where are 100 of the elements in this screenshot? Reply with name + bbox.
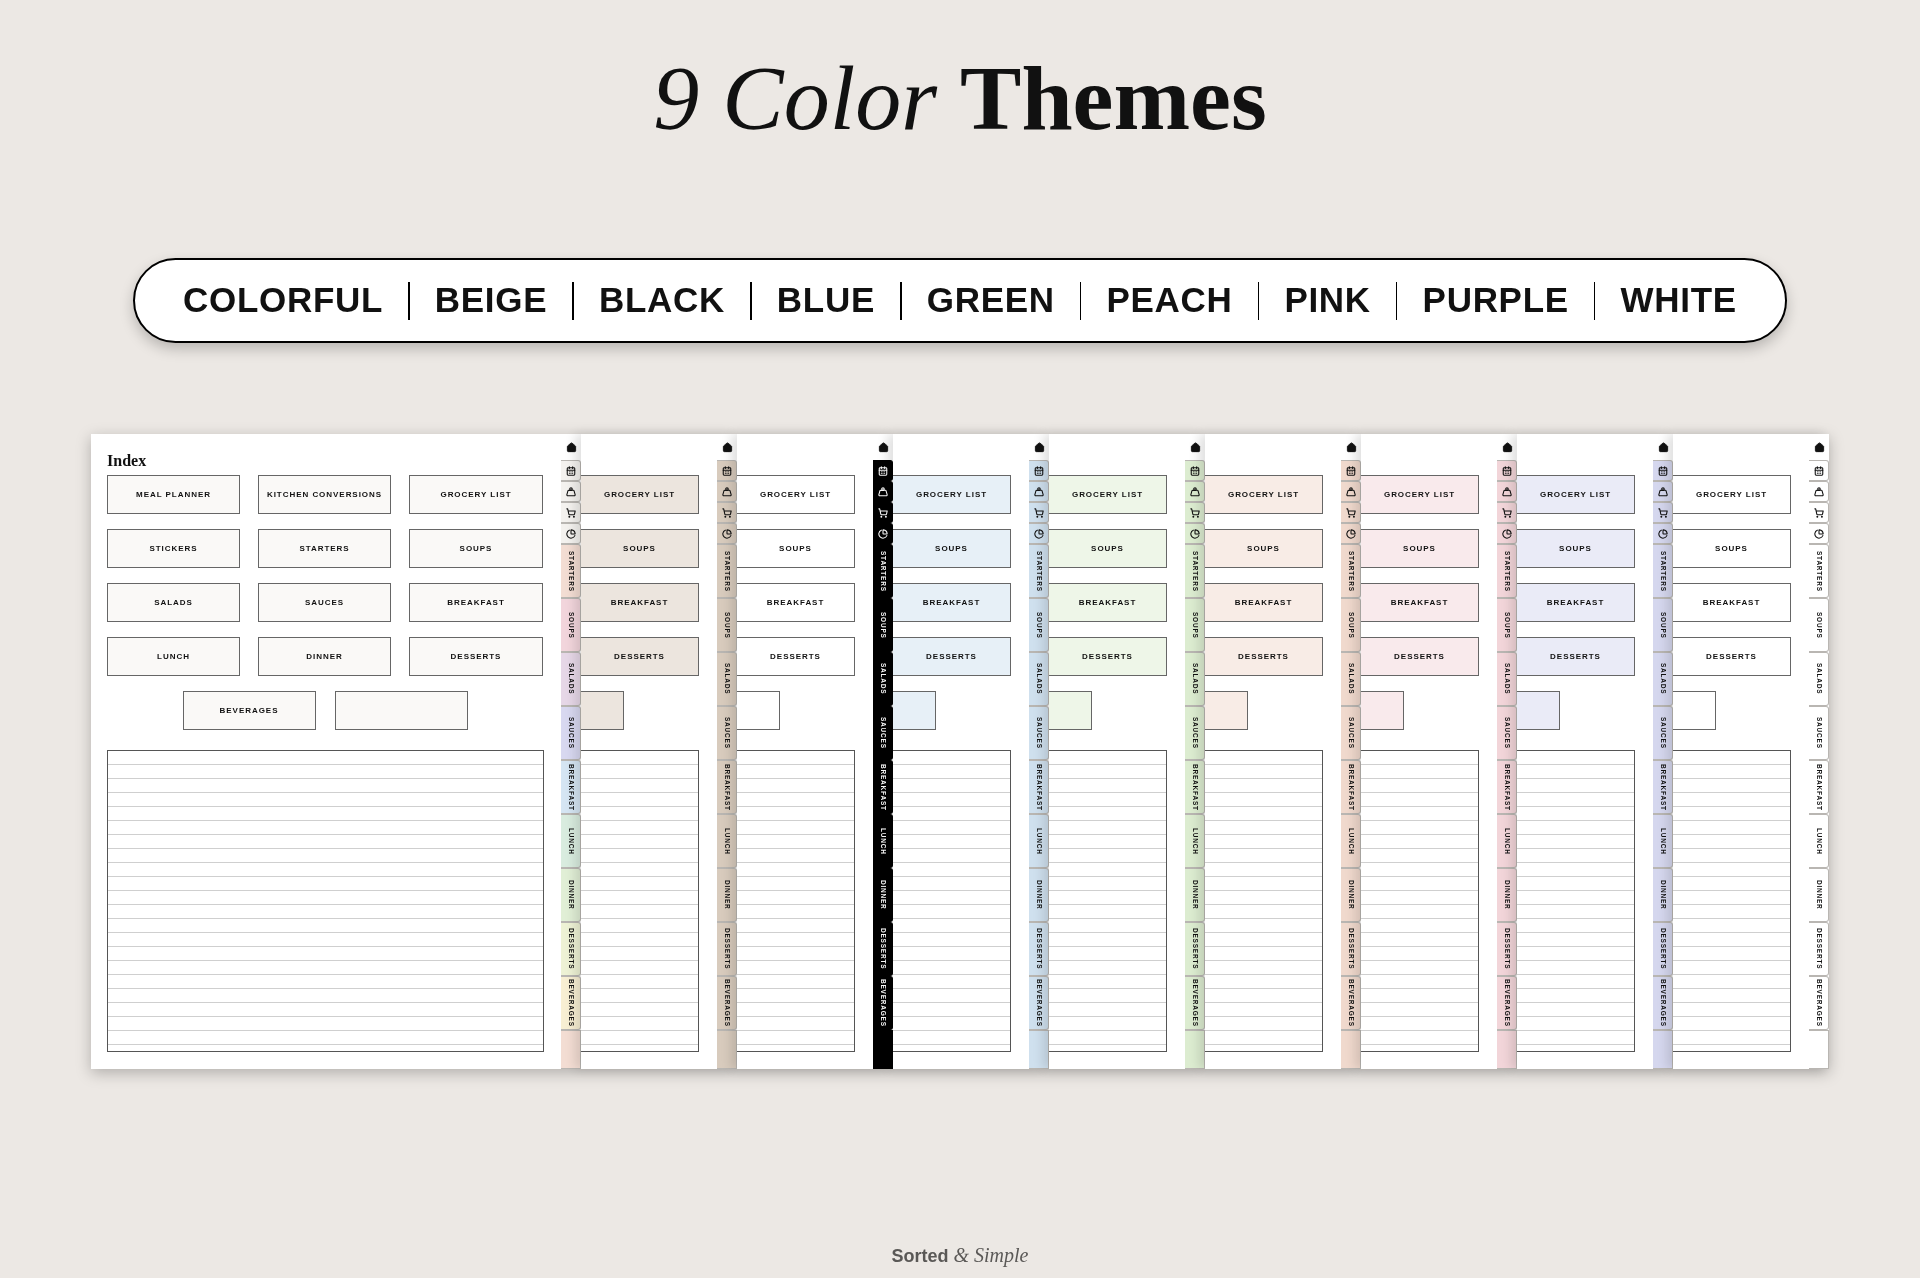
pie-chart-icon [1501, 528, 1512, 539]
tab-filler [717, 1030, 737, 1069]
index-link-button[interactable]: DESSERTS [409, 637, 543, 676]
index-link-button[interactable]: STARTERS [258, 529, 391, 568]
home-icon[interactable] [1501, 441, 1513, 453]
index-link-button[interactable]: KITCHEN CONVERSIONS [258, 475, 391, 514]
weight-tab[interactable] [1341, 481, 1361, 502]
weight-tab[interactable] [561, 481, 581, 502]
weight-tab[interactable] [1497, 481, 1517, 502]
index-link-button[interactable]: SALADS [107, 583, 240, 622]
cart-tab[interactable] [1653, 502, 1673, 523]
index-link-button[interactable]: GROCERY LIST [1205, 475, 1323, 514]
pie-chart-tab[interactable] [1029, 523, 1049, 544]
calendar-tab[interactable] [717, 460, 737, 481]
pie-chart-tab[interactable] [1809, 523, 1829, 544]
index-link-button[interactable]: BREAKFAST [581, 583, 699, 622]
index-link-button[interactable]: DESSERTS [581, 637, 699, 676]
index-link-button[interactable]: DESSERTS [1361, 637, 1479, 676]
home-icon[interactable] [721, 441, 733, 453]
calendar-tab[interactable] [1497, 460, 1517, 481]
index-link-button[interactable]: GROCERY LIST [1673, 475, 1791, 514]
pie-chart-tab[interactable] [1653, 523, 1673, 544]
index-link-button[interactable]: SOUPS [1361, 529, 1479, 568]
index-link-button[interactable]: GROCERY LIST [1049, 475, 1167, 514]
index-link-button[interactable]: BREAKFAST [1673, 583, 1791, 622]
index-link-button[interactable]: GROCERY LIST [581, 475, 699, 514]
cart-tab[interactable] [1185, 502, 1205, 523]
index-link-button[interactable]: BREAKFAST [893, 583, 1011, 622]
blank-link-box[interactable] [1205, 691, 1248, 730]
index-link-button[interactable]: BEVERAGES [182, 691, 316, 730]
blank-link-box[interactable] [334, 691, 468, 730]
calendar-tab[interactable] [1653, 460, 1673, 481]
calendar-tab[interactable] [561, 460, 581, 481]
blank-link-box[interactable] [737, 691, 780, 730]
calendar-tab[interactable] [1185, 460, 1205, 481]
index-link-button[interactable]: SOUPS [1049, 529, 1167, 568]
weight-tab[interactable] [717, 481, 737, 502]
index-link-button[interactable]: GROCERY LIST [1361, 475, 1479, 514]
blank-link-box[interactable] [1361, 691, 1404, 730]
index-link-button[interactable]: BREAKFAST [737, 583, 855, 622]
index-link-button[interactable]: BREAKFAST [409, 583, 543, 622]
index-link-button[interactable]: SOUPS [737, 529, 855, 568]
blank-link-box[interactable] [1049, 691, 1092, 730]
calendar-tab[interactable] [1029, 460, 1049, 481]
pie-chart-tab[interactable] [561, 523, 581, 544]
index-link-button[interactable]: DESSERTS [1517, 637, 1635, 676]
cart-tab[interactable] [1809, 502, 1829, 523]
home-icon[interactable] [565, 441, 577, 453]
blank-link-box[interactable] [581, 691, 624, 730]
home-icon[interactable] [1345, 441, 1357, 453]
pie-chart-tab[interactable] [1341, 523, 1361, 544]
index-link-button[interactable]: DESSERTS [1205, 637, 1323, 676]
index-link-button[interactable]: DESSERTS [1049, 637, 1167, 676]
index-link-button[interactable]: BREAKFAST [1049, 583, 1167, 622]
index-link-button[interactable]: BREAKFAST [1361, 583, 1479, 622]
index-link-button[interactable]: SOUPS [1673, 529, 1791, 568]
calendar-tab[interactable] [1809, 460, 1829, 481]
calendar-tab[interactable] [1341, 460, 1361, 481]
cart-tab[interactable] [1341, 502, 1361, 523]
index-link-button[interactable]: STICKERS [107, 529, 240, 568]
index-link-button[interactable]: SAUCES [258, 583, 391, 622]
index-link-button[interactable]: LUNCH [107, 637, 240, 676]
weight-tab[interactable] [1029, 481, 1049, 502]
calendar-tab[interactable] [873, 460, 893, 481]
calendar-icon [1345, 465, 1356, 476]
blank-link-box[interactable] [1517, 691, 1560, 730]
pie-chart-tab[interactable] [1185, 523, 1205, 544]
blank-link-box[interactable] [1673, 691, 1716, 730]
blank-link-box[interactable] [893, 691, 936, 730]
weight-tab[interactable] [1809, 481, 1829, 502]
index-link-button[interactable]: BREAKFAST [1517, 583, 1635, 622]
index-link-button[interactable]: BREAKFAST [1205, 583, 1323, 622]
weight-tab[interactable] [1185, 481, 1205, 502]
cart-tab[interactable] [561, 502, 581, 523]
home-icon[interactable] [1033, 441, 1045, 453]
index-link-button[interactable]: SOUPS [581, 529, 699, 568]
cart-tab[interactable] [1497, 502, 1517, 523]
index-link-button[interactable]: DESSERTS [1673, 637, 1791, 676]
home-icon[interactable] [1813, 441, 1825, 453]
index-link-button[interactable]: MEAL PLANNER [107, 475, 240, 514]
index-link-button[interactable]: SOUPS [1517, 529, 1635, 568]
index-link-button[interactable]: DINNER [258, 637, 391, 676]
index-link-button[interactable]: GROCERY LIST [409, 475, 543, 514]
index-link-button[interactable]: DESSERTS [893, 637, 1011, 676]
cart-tab[interactable] [717, 502, 737, 523]
index-link-button[interactable]: SOUPS [893, 529, 1011, 568]
home-icon[interactable] [877, 441, 889, 453]
index-link-button[interactable]: GROCERY LIST [893, 475, 1011, 514]
weight-tab[interactable] [1653, 481, 1673, 502]
index-link-button[interactable]: DESSERTS [737, 637, 855, 676]
pie-chart-tab[interactable] [717, 523, 737, 544]
home-icon[interactable] [1657, 441, 1669, 453]
index-link-button[interactable]: SOUPS [1205, 529, 1323, 568]
cart-tab[interactable] [1029, 502, 1049, 523]
pie-chart-icon [1657, 528, 1668, 539]
pie-chart-tab[interactable] [1497, 523, 1517, 544]
index-link-button[interactable]: SOUPS [409, 529, 543, 568]
index-link-button[interactable]: GROCERY LIST [1517, 475, 1635, 514]
home-icon[interactable] [1189, 441, 1201, 453]
index-link-button[interactable]: GROCERY LIST [737, 475, 855, 514]
